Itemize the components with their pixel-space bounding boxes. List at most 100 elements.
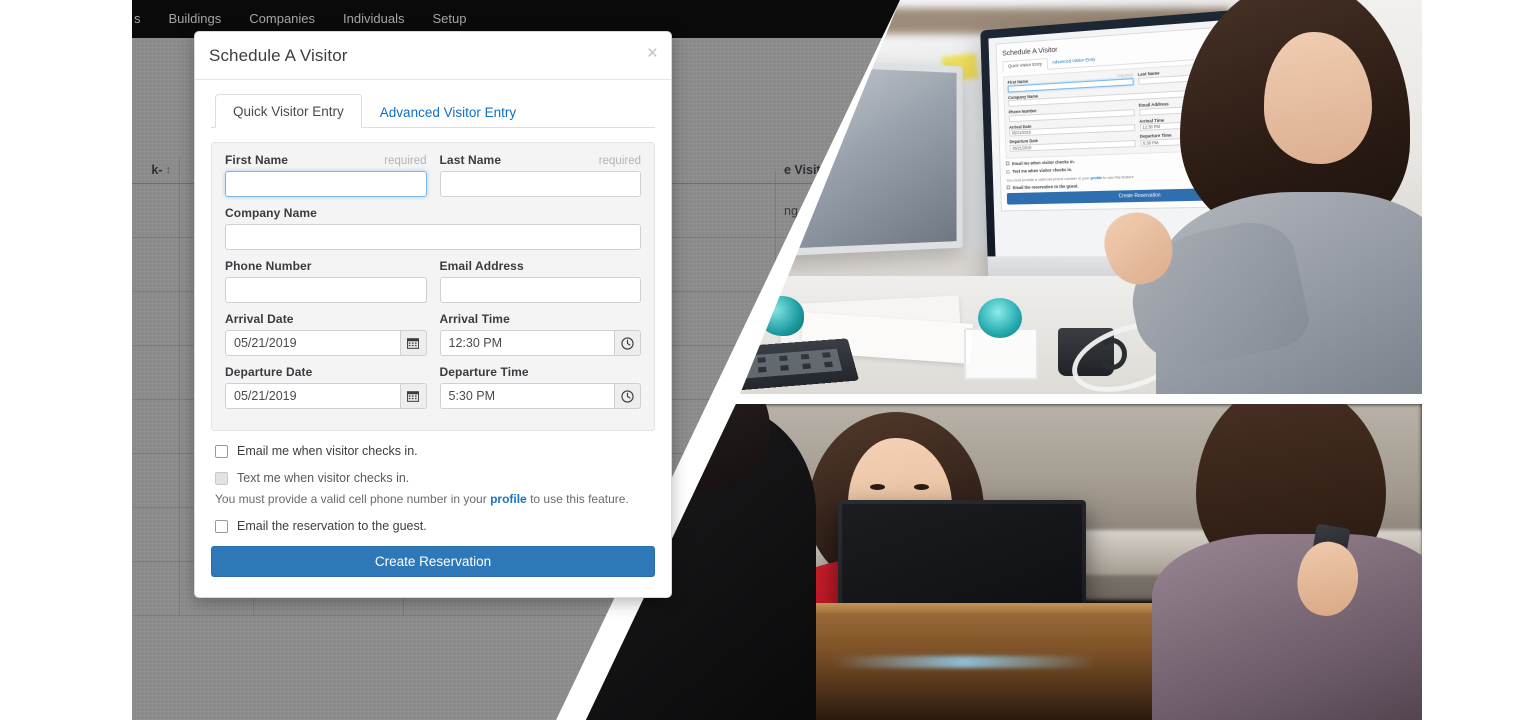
email-guest-checkbox-row[interactable]: Email the reservation to the guest. xyxy=(215,519,655,533)
company-name-group: Company Name xyxy=(225,206,641,250)
helper-before: You must provide a valid cell phone numb… xyxy=(215,492,490,506)
first-name-label: First Name xyxy=(225,153,288,167)
text-me-checkbox-row: Text me when visitor checks in. xyxy=(215,471,655,485)
geode-decor xyxy=(758,296,804,336)
phone-number-label-line: Phone Number xyxy=(225,259,427,273)
departure-date-inputgroup xyxy=(225,383,427,409)
phone-number-input[interactable] xyxy=(225,277,427,303)
profile-link[interactable]: profile xyxy=(490,492,527,506)
photo-reception-desk xyxy=(586,404,1422,720)
arrival-time-label: Arrival Time xyxy=(440,312,510,326)
contact-row: Phone Number Email Address xyxy=(225,259,641,312)
tab-advanced-visitor-entry[interactable]: Advanced Visitor Entry xyxy=(362,94,534,128)
row-checkbox-cell[interactable] xyxy=(132,562,180,615)
departure-date-label: Departure Date xyxy=(225,365,312,379)
modal-footer: Create Reservation xyxy=(195,546,671,597)
imac-text-me-label: Text me when visitor checks in. xyxy=(1012,167,1072,174)
column-header-checkin[interactable]: k- ↕ xyxy=(132,157,180,183)
imac-departure-date-label: Departure Date xyxy=(1009,138,1038,144)
phone-number-label: Phone Number xyxy=(225,259,312,273)
clock-icon[interactable] xyxy=(614,383,641,409)
page-title: Schedule A Visitor xyxy=(209,46,655,66)
receptionist-eye-right xyxy=(914,484,929,490)
first-name-group: First Name required xyxy=(225,153,427,197)
visitor-form: First Name required Last Name required C… xyxy=(211,142,655,431)
modal-tablist: Quick Visitor Entry Advanced Visitor Ent… xyxy=(211,94,655,128)
first-name-input[interactable] xyxy=(225,171,427,197)
receptionist-eye-left xyxy=(870,484,885,490)
geode-decor-2 xyxy=(978,298,1022,338)
departure-date-group: Departure Date xyxy=(225,365,427,409)
close-icon[interactable]: × xyxy=(647,44,658,63)
row-checkbox-cell[interactable] xyxy=(132,508,180,561)
last-name-label-line: Last Name required xyxy=(440,153,642,167)
visitor-right-torso xyxy=(1152,534,1422,720)
clock-icon[interactable] xyxy=(614,330,641,356)
email-me-checkbox[interactable] xyxy=(215,445,228,458)
imac-email-guest-checkbox xyxy=(1007,186,1011,190)
last-name-required-tag: required xyxy=(599,155,641,167)
arrival-date-input[interactable] xyxy=(225,330,400,356)
last-name-label: Last Name xyxy=(440,153,502,167)
arrival-date-group: Arrival Date xyxy=(225,312,427,356)
departure-date-input[interactable] xyxy=(225,383,400,409)
last-name-input[interactable] xyxy=(440,171,642,197)
email-address-group: Email Address xyxy=(440,259,642,303)
email-guest-checkbox[interactable] xyxy=(215,520,228,533)
person-at-desk xyxy=(1122,0,1422,394)
imac-email-guest-label: Email the reservation to the guest. xyxy=(1013,183,1079,190)
email-guest-label: Email the reservation to the guest. xyxy=(237,519,427,533)
company-name-input[interactable] xyxy=(225,224,641,250)
departure-time-label: Departure Time xyxy=(440,365,529,379)
create-reservation-button[interactable]: Create Reservation xyxy=(211,546,655,577)
email-field[interactable] xyxy=(440,277,642,303)
email-me-label: Email me when visitor checks in. xyxy=(237,444,418,458)
row-checkbox-cell[interactable] xyxy=(132,292,180,345)
row-checkbox-cell[interactable] xyxy=(132,400,180,453)
arrival-date-label: Arrival Date xyxy=(225,312,294,326)
departure-date-label-line: Departure Date xyxy=(225,365,427,379)
text-me-helper-text: You must provide a valid cell phone numb… xyxy=(215,492,655,506)
row-checkbox-cell[interactable] xyxy=(132,238,180,291)
departure-time-label-line: Departure Time xyxy=(440,365,642,379)
sort-icon[interactable]: ↕ xyxy=(166,164,172,177)
email-me-checkbox-row[interactable]: Email me when visitor checks in. xyxy=(215,444,655,458)
tab-quick-visitor-entry[interactable]: Quick Visitor Entry xyxy=(215,94,362,128)
departure-time-input[interactable] xyxy=(440,383,615,409)
arrival-date-inputgroup xyxy=(225,330,427,356)
nav-item-s[interactable]: s xyxy=(132,0,155,38)
imac-arrival-date-value: 05/21/2019 xyxy=(1012,130,1031,136)
arrival-time-input[interactable] xyxy=(440,330,615,356)
row-checkbox-cell[interactable] xyxy=(132,346,180,399)
modal-header: Schedule A Visitor × xyxy=(195,32,671,80)
text-me-checkbox xyxy=(215,472,228,485)
phone-number-group: Phone Number xyxy=(225,259,427,303)
imac-profile-link: profile xyxy=(1090,175,1102,180)
email-address-label: Email Address xyxy=(440,259,524,273)
arrival-row: Arrival Date 05/21/2019 Arrival Time 12:… xyxy=(225,312,641,365)
departure-row: Departure Date 05/21/2019 Departure Time… xyxy=(225,365,641,418)
imac-text-me-checkbox xyxy=(1006,170,1010,174)
calendar-icon[interactable] xyxy=(400,330,427,356)
departure-time-inputgroup xyxy=(440,383,642,409)
reception-scene xyxy=(586,404,1422,720)
row-checkbox-cell[interactable] xyxy=(132,184,180,237)
imac-email-me-label: Email me when visitor checks in. xyxy=(1012,159,1075,166)
arrival-time-inputgroup xyxy=(440,330,642,356)
imac-email-me-checkbox xyxy=(1006,162,1010,166)
screenshot-root: s Buildings Companies Individuals Setup … xyxy=(0,0,1528,720)
imac-helper-before: You must provide a valid cell phone numb… xyxy=(1006,175,1090,182)
modal-body: Quick Visitor Entry Advanced Visitor Ent… xyxy=(195,80,671,533)
last-name-group: Last Name required xyxy=(440,153,642,197)
arrival-time-group: Arrival Time xyxy=(440,312,642,356)
company-name-label: Company Name xyxy=(225,206,317,220)
row-checkbox-cell[interactable] xyxy=(132,454,180,507)
email-address-label-line: Email Address xyxy=(440,259,642,273)
reception-monitor-glow xyxy=(832,656,1096,668)
text-me-label: Text me when visitor checks in. xyxy=(237,471,409,485)
first-name-label-line: First Name required xyxy=(225,153,427,167)
company-name-label-line: Company Name xyxy=(225,206,641,220)
name-row: First Name required Last Name required xyxy=(225,153,641,206)
calendar-icon[interactable] xyxy=(400,383,427,409)
schedule-visitor-modal: Schedule A Visitor × Quick Visitor Entry… xyxy=(194,31,672,598)
